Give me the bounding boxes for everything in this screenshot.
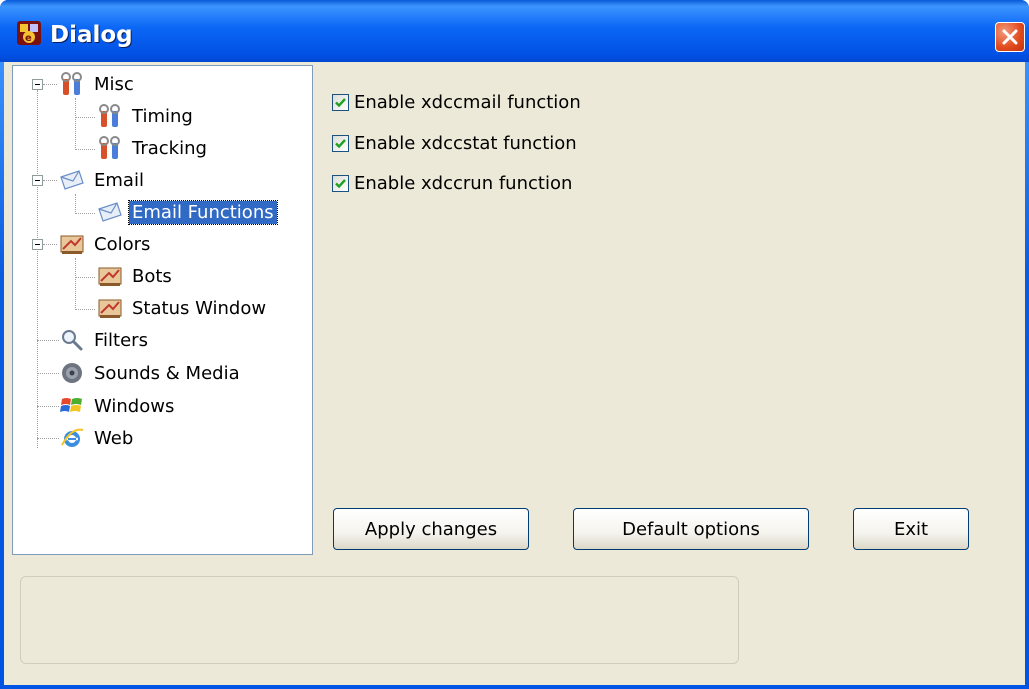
tree-item-tracking[interactable]: Tracking bbox=[97, 133, 210, 163]
status-panel bbox=[20, 576, 739, 664]
tree-item-bots[interactable]: Bots bbox=[97, 261, 175, 291]
tree-item-sounds-media[interactable]: Sounds & Media bbox=[59, 358, 243, 388]
option-label: Enable xdccrun function bbox=[354, 173, 573, 194]
close-icon bbox=[1002, 29, 1018, 45]
colors-icon bbox=[60, 235, 84, 254]
xdccstat-checkbox[interactable] bbox=[332, 135, 349, 152]
internet-explorer-icon bbox=[61, 428, 84, 447]
speaker-icon bbox=[62, 363, 82, 383]
tree-item-label: Email Functions bbox=[128, 199, 278, 225]
tree-item-label: Timing bbox=[132, 105, 193, 127]
option-xdccrun[interactable]: Enable xdccrun function bbox=[332, 173, 572, 194]
svg-text:e: e bbox=[25, 33, 32, 44]
xdccrun-checkbox[interactable] bbox=[332, 175, 349, 192]
tree-item-status-window[interactable]: Status Window bbox=[97, 293, 269, 323]
tools-icon bbox=[99, 104, 120, 127]
dialog-window: e Dialog Misc Timing Tracking Email Emai… bbox=[0, 0, 1029, 689]
tree-item-misc[interactable]: Misc bbox=[59, 69, 137, 99]
collapse-misc-button[interactable] bbox=[32, 79, 43, 90]
dialog-client-area: Misc Timing Tracking Email Email Functio… bbox=[4, 62, 1025, 685]
collapse-colors-button[interactable] bbox=[32, 239, 43, 250]
settings-tree[interactable]: Misc Timing Tracking Email Email Functio… bbox=[12, 65, 313, 555]
default-options-button[interactable]: Default options bbox=[573, 508, 809, 550]
tree-item-label: Email bbox=[94, 169, 144, 191]
apply-changes-button[interactable]: Apply changes bbox=[333, 508, 529, 550]
colors-icon bbox=[98, 299, 122, 318]
tree-item-label: Web bbox=[94, 427, 134, 449]
tree-item-label: Filters bbox=[94, 329, 148, 351]
checkmark-icon bbox=[335, 139, 346, 149]
xdccmail-checkbox[interactable] bbox=[332, 94, 349, 111]
tree-item-web[interactable]: Web bbox=[59, 423, 136, 453]
email-icon bbox=[60, 170, 84, 190]
window-title: Dialog bbox=[50, 22, 133, 48]
exit-button[interactable]: Exit bbox=[853, 508, 969, 550]
tools-icon bbox=[61, 72, 82, 95]
tree-item-label: Sounds & Media bbox=[94, 362, 240, 384]
tree-item-label: Windows bbox=[94, 395, 175, 417]
option-label: Enable xdccstat function bbox=[354, 133, 577, 154]
checkmark-icon bbox=[335, 98, 346, 108]
close-button[interactable] bbox=[995, 22, 1025, 52]
collapse-email-button[interactable] bbox=[32, 175, 43, 186]
option-xdccmail[interactable]: Enable xdccmail function bbox=[332, 92, 581, 113]
tree-item-windows[interactable]: Windows bbox=[59, 391, 177, 421]
tree-item-filters[interactable]: Filters bbox=[59, 325, 151, 355]
windows-flag-icon bbox=[60, 398, 82, 412]
option-xdccstat[interactable]: Enable xdccstat function bbox=[332, 133, 577, 154]
colors-icon bbox=[98, 267, 122, 286]
checkmark-icon bbox=[335, 179, 346, 189]
magnifier-icon bbox=[62, 330, 83, 351]
tree-item-timing[interactable]: Timing bbox=[97, 101, 196, 131]
tree-item-email[interactable]: Email bbox=[59, 165, 147, 195]
tree-item-label: Colors bbox=[94, 233, 151, 255]
tree-item-label: Tracking bbox=[132, 137, 207, 159]
title-bar[interactable]: e Dialog bbox=[0, 0, 1029, 62]
tree-item-label: Bots bbox=[132, 265, 172, 287]
option-label: Enable xdccmail function bbox=[354, 92, 581, 113]
tree-item-colors[interactable]: Colors bbox=[59, 229, 153, 259]
app-icon: e bbox=[17, 21, 41, 45]
email-icon bbox=[98, 202, 122, 222]
tree-item-label: Status Window bbox=[132, 297, 267, 319]
tree-item-label: Misc bbox=[94, 73, 134, 95]
tree-item-email-functions[interactable]: Email Functions bbox=[97, 197, 278, 227]
tools-icon bbox=[99, 136, 120, 159]
